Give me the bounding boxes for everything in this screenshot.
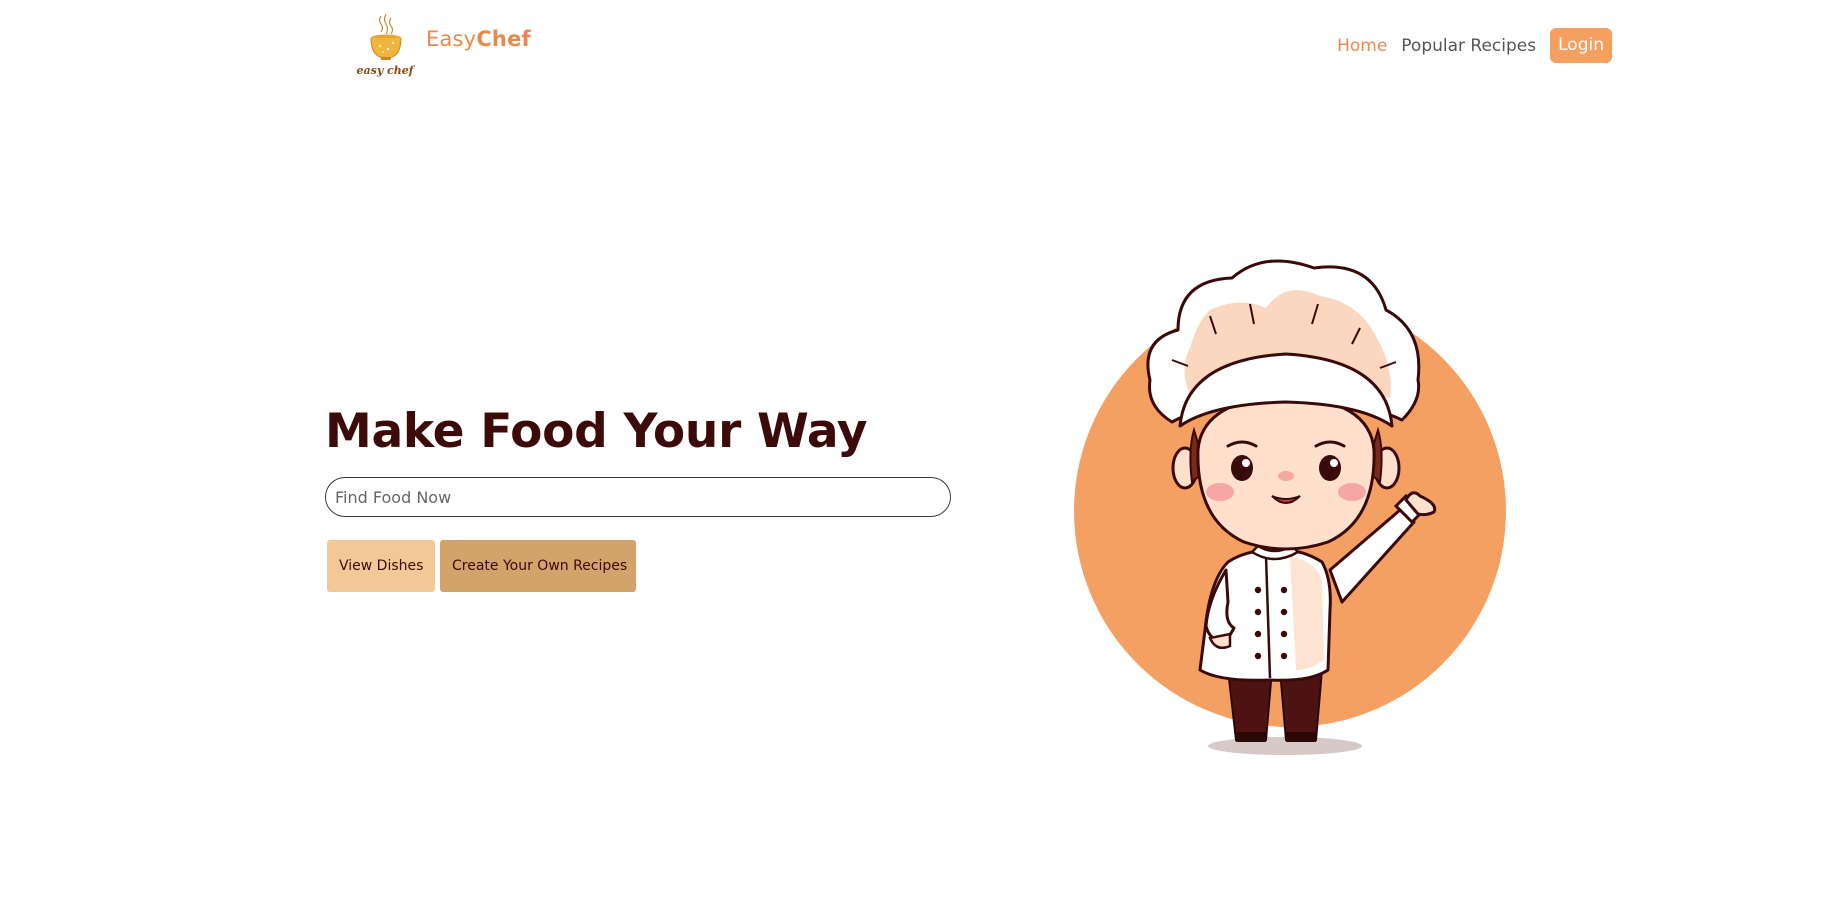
hero-title: Make Food Your Way [325, 404, 868, 459]
soup-bowl-logo-icon: easy chef [357, 13, 416, 77]
navbar: easy chef EasyChef Home Popular Recipes … [0, 0, 1839, 92]
brand-name-prefix: Easy [426, 27, 477, 51]
nav-links: Home Popular Recipes Login [1323, 28, 1612, 63]
nav-link-home[interactable]: Home [1337, 36, 1387, 56]
nav-link-popular-recipes[interactable]: Popular Recipes [1401, 36, 1536, 56]
brand-logo-link[interactable]: easy chef EasyChef [355, 12, 531, 78]
chef-mascot-icon [1074, 259, 1506, 755]
search-input[interactable] [325, 477, 951, 517]
page: easy chef EasyChef Home Popular Recipes … [0, 0, 1839, 918]
view-dishes-button[interactable]: View Dishes [327, 540, 435, 592]
create-recipes-button[interactable]: Create Your Own Recipes [440, 540, 636, 592]
svg-text:easy chef: easy chef [357, 64, 416, 77]
brand-name: EasyChef [426, 27, 531, 51]
brand-name-accent: Chef [476, 27, 531, 51]
chef-illustration [1060, 250, 1520, 770]
login-button[interactable]: Login [1550, 28, 1612, 63]
